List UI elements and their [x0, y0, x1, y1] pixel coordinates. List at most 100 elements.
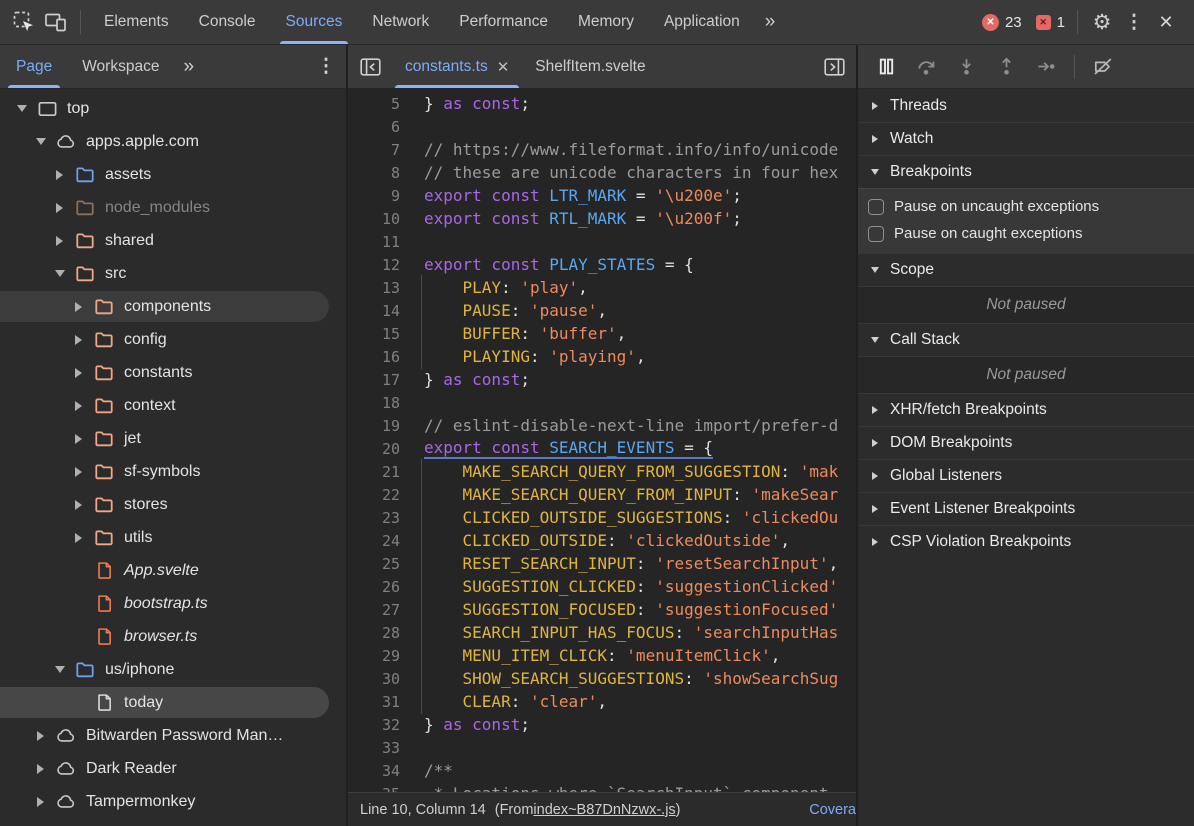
- collapsed-arrow-icon[interactable]: [71, 533, 86, 543]
- line-number[interactable]: 5: [348, 95, 400, 113]
- tree-item-assets[interactable]: assets: [0, 158, 346, 191]
- line-number[interactable]: 14: [348, 302, 400, 320]
- show-debugger-icon[interactable]: [818, 51, 850, 83]
- collapsed-arrow-icon[interactable]: [33, 797, 48, 807]
- more-panels-icon[interactable]: »: [765, 11, 775, 33]
- checkbox-icon[interactable]: [868, 199, 884, 215]
- tree-item-src[interactable]: src: [0, 257, 346, 290]
- hide-navigator-icon[interactable]: [354, 51, 386, 83]
- close-tab-icon[interactable]: ✕: [497, 58, 510, 76]
- section-threads[interactable]: Threads: [858, 89, 1194, 122]
- section-scope[interactable]: Scope: [858, 253, 1194, 286]
- line-number[interactable]: 22: [348, 486, 400, 504]
- section-event-listener-breakpoints[interactable]: Event Listener Breakpoints: [858, 492, 1194, 525]
- line-number[interactable]: 28: [348, 624, 400, 642]
- navigator-menu-icon[interactable]: ⋮: [310, 51, 342, 83]
- collapsed-arrow-icon[interactable]: [71, 335, 86, 345]
- line-number[interactable]: 34: [348, 762, 400, 780]
- tree-item-jet[interactable]: jet: [0, 422, 346, 455]
- line-number[interactable]: 17: [348, 371, 400, 389]
- line-number[interactable]: 15: [348, 325, 400, 343]
- collapsed-arrow-icon[interactable]: [71, 368, 86, 378]
- line-number[interactable]: 35: [348, 785, 400, 793]
- tree-item-us-iphone[interactable]: us/iphone: [0, 653, 346, 686]
- tree-item-utils[interactable]: utils: [0, 521, 346, 554]
- tab-elements[interactable]: Elements: [104, 0, 169, 44]
- tree-item-node-modules[interactable]: node_modules: [0, 191, 346, 224]
- editor-tab-shelfitem-svelte[interactable]: ShelfItem.svelte: [535, 45, 645, 88]
- checkbox-icon[interactable]: [868, 226, 884, 242]
- line-number[interactable]: 33: [348, 739, 400, 757]
- line-number[interactable]: 18: [348, 394, 400, 412]
- expanded-arrow-icon[interactable]: [33, 138, 48, 145]
- tree-item-dark-reader[interactable]: Dark Reader: [0, 752, 346, 785]
- device-toolbar-icon[interactable]: [40, 6, 72, 38]
- tab-network[interactable]: Network: [372, 0, 429, 44]
- tree-item-browser-ts[interactable]: browser.ts: [0, 620, 346, 653]
- step-over-icon[interactable]: [906, 50, 946, 84]
- navigator-tab-workspace[interactable]: Workspace: [82, 45, 159, 88]
- tree-item-tampermonkey[interactable]: Tampermonkey: [0, 785, 346, 818]
- line-number[interactable]: 10: [348, 210, 400, 228]
- collapsed-arrow-icon[interactable]: [71, 500, 86, 510]
- tree-item-sf-symbols[interactable]: sf-symbols: [0, 455, 346, 488]
- editor-tab-constants-ts[interactable]: constants.ts✕: [405, 45, 509, 88]
- section-csp-violation-breakpoints[interactable]: CSP Violation Breakpoints: [858, 525, 1194, 558]
- section-watch[interactable]: Watch: [858, 122, 1194, 155]
- line-number[interactable]: 30: [348, 670, 400, 688]
- line-number[interactable]: 12: [348, 256, 400, 274]
- navigator-tab-page[interactable]: Page: [16, 45, 52, 88]
- section-xhr-fetch-breakpoints[interactable]: XHR/fetch Breakpoints: [858, 393, 1194, 426]
- expanded-arrow-icon[interactable]: [52, 270, 67, 277]
- line-number[interactable]: 26: [348, 578, 400, 596]
- console-errors-badge[interactable]: ✕ 23 ✕ 1: [982, 14, 1065, 31]
- deactivate-breakpoints-icon[interactable]: [1083, 50, 1123, 84]
- line-number[interactable]: 9: [348, 187, 400, 205]
- step-into-icon[interactable]: [946, 50, 986, 84]
- close-devtools-icon[interactable]: ✕: [1150, 6, 1182, 38]
- tree-item-context[interactable]: context: [0, 389, 346, 422]
- inspect-element-icon[interactable]: [8, 6, 40, 38]
- tree-item-shared[interactable]: shared: [0, 224, 346, 257]
- tab-memory[interactable]: Memory: [578, 0, 634, 44]
- collapsed-arrow-icon[interactable]: [52, 236, 67, 246]
- line-number[interactable]: 6: [348, 118, 400, 136]
- tree-item-constants[interactable]: constants: [0, 356, 346, 389]
- collapsed-arrow-icon[interactable]: [71, 401, 86, 411]
- line-number[interactable]: 8: [348, 164, 400, 182]
- checkbox-pause-on-caught-exceptions[interactable]: Pause on caught exceptions: [858, 220, 1194, 247]
- line-number[interactable]: 23: [348, 509, 400, 527]
- tree-item-components[interactable]: components: [0, 290, 346, 323]
- collapsed-arrow-icon[interactable]: [33, 764, 48, 774]
- line-number[interactable]: 7: [348, 141, 400, 159]
- tree-item-bitwarden-password-man[interactable]: Bitwarden Password Man…: [0, 719, 346, 752]
- checkbox-pause-on-uncaught-exceptions[interactable]: Pause on uncaught exceptions: [858, 193, 1194, 220]
- step-out-icon[interactable]: [986, 50, 1026, 84]
- coverage-link[interactable]: Covera: [809, 802, 856, 818]
- line-number[interactable]: 25: [348, 555, 400, 573]
- line-number[interactable]: 32: [348, 716, 400, 734]
- sourcemap-file-link[interactable]: index~B87DnNzwx-.js: [533, 802, 675, 818]
- tree-item-bootstrap-ts[interactable]: bootstrap.ts: [0, 587, 346, 620]
- devtools-menu-icon[interactable]: ⋮: [1118, 6, 1150, 38]
- line-number[interactable]: 20: [348, 440, 400, 458]
- tab-console[interactable]: Console: [199, 0, 256, 44]
- step-icon[interactable]: [1026, 50, 1066, 84]
- code-editor[interactable]: 5} as const;67// https://www.fileformat.…: [348, 89, 856, 792]
- collapsed-arrow-icon[interactable]: [71, 467, 86, 477]
- tree-item-today[interactable]: today: [0, 686, 346, 719]
- collapsed-arrow-icon[interactable]: [71, 434, 86, 444]
- tree-item-app-svelte[interactable]: App.svelte: [0, 554, 346, 587]
- more-navigator-tabs-icon[interactable]: »: [183, 56, 193, 78]
- pause-icon[interactable]: [866, 50, 906, 84]
- tree-item-top[interactable]: top: [0, 92, 346, 125]
- line-number[interactable]: 11: [348, 233, 400, 251]
- line-number[interactable]: 31: [348, 693, 400, 711]
- collapsed-arrow-icon[interactable]: [71, 302, 86, 312]
- section-global-listeners[interactable]: Global Listeners: [858, 459, 1194, 492]
- line-number[interactable]: 29: [348, 647, 400, 665]
- tab-application[interactable]: Application: [664, 0, 740, 44]
- collapsed-arrow-icon[interactable]: [52, 170, 67, 180]
- tab-sources[interactable]: Sources: [286, 0, 343, 44]
- line-number[interactable]: 19: [348, 417, 400, 435]
